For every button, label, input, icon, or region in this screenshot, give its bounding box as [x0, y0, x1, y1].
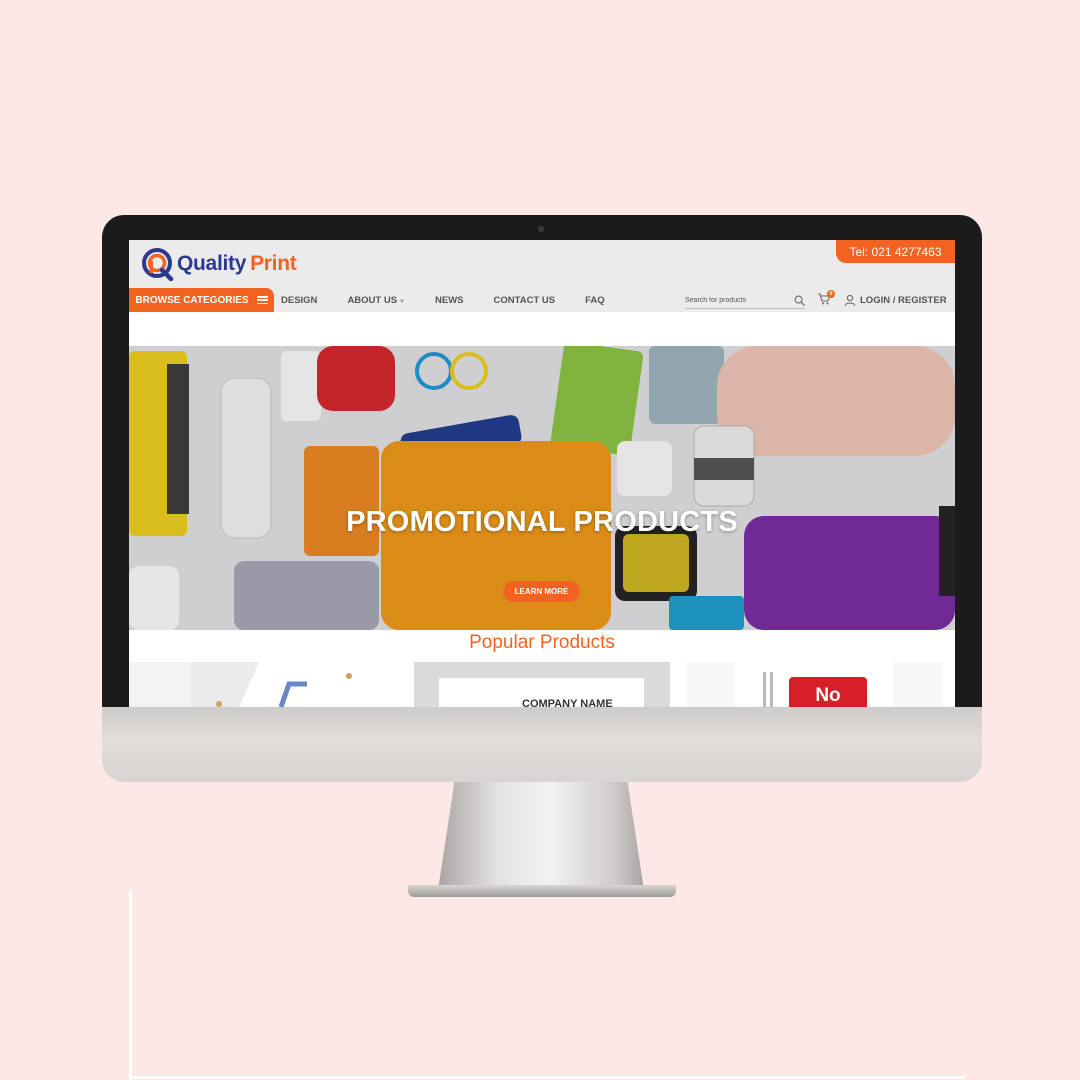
- hero-title: PROMOTIONAL PRODUCTS: [346, 506, 738, 538]
- main-nav: DESIGN ABOUT US ▼ NEWS CONTACT US FAQ: [281, 288, 635, 312]
- nav-item-design[interactable]: DESIGN: [281, 295, 317, 306]
- monitor-stand-base: [408, 885, 676, 897]
- browse-categories-button[interactable]: BROWSE CATEGORIES: [129, 288, 274, 312]
- logo-word-print: Print: [250, 252, 297, 275]
- product-card[interactable]: COMPANY NAME: [414, 662, 670, 707]
- cart-count-badge: 0: [827, 290, 835, 298]
- product-card-text: COMPANY NAME: [522, 698, 613, 707]
- background-line-horizontal: [129, 1076, 965, 1079]
- login-register-label: LOGIN / REGISTER: [860, 294, 947, 306]
- background-line-vertical: [129, 890, 132, 1080]
- search-icon[interactable]: [794, 295, 805, 306]
- user-icon: [844, 294, 856, 306]
- nav-item-faq[interactable]: FAQ: [585, 295, 605, 306]
- chevron-down-icon: ▼: [399, 298, 406, 305]
- phone-number[interactable]: Tel: 021 4277463: [836, 240, 955, 263]
- nav-item-news[interactable]: NEWS: [435, 295, 464, 306]
- nav-item-about-us-label: ABOUT US: [347, 294, 398, 306]
- product-card[interactable]: No: [687, 662, 943, 707]
- site-logo[interactable]: Quality Print: [141, 247, 297, 281]
- nav-item-about-us[interactable]: ABOUT US ▼: [347, 295, 405, 306]
- login-register-link[interactable]: LOGIN / REGISTER: [844, 292, 947, 308]
- product-image: [191, 662, 397, 707]
- product-card-text: No: [789, 677, 867, 707]
- nav-item-contact-us[interactable]: CONTACT US: [494, 295, 556, 306]
- website-screen: Quality Print Tel: 021 4277463 BROWSE CAT…: [129, 240, 955, 707]
- hero-banner: PROMOTIONAL PRODUCTS LEARN MORE: [129, 346, 955, 630]
- product-grid: COMPANY NAME No: [129, 662, 955, 707]
- logo-mark-icon: [142, 248, 174, 281]
- webcam: [538, 226, 544, 232]
- search-bar: [685, 292, 805, 309]
- hamburger-icon: [256, 296, 268, 304]
- monitor-stand: [438, 782, 644, 890]
- browse-categories-label: BROWSE CATEGORIES: [135, 294, 249, 306]
- popular-products-heading: Popular Products: [469, 632, 615, 653]
- logo-word-quality: Quality: [177, 252, 247, 275]
- search-input[interactable]: [685, 296, 785, 304]
- learn-more-button[interactable]: LEARN MORE: [503, 581, 580, 602]
- monitor-chin: [102, 707, 982, 782]
- product-card[interactable]: [129, 662, 397, 707]
- cart-button[interactable]: 0: [817, 290, 835, 308]
